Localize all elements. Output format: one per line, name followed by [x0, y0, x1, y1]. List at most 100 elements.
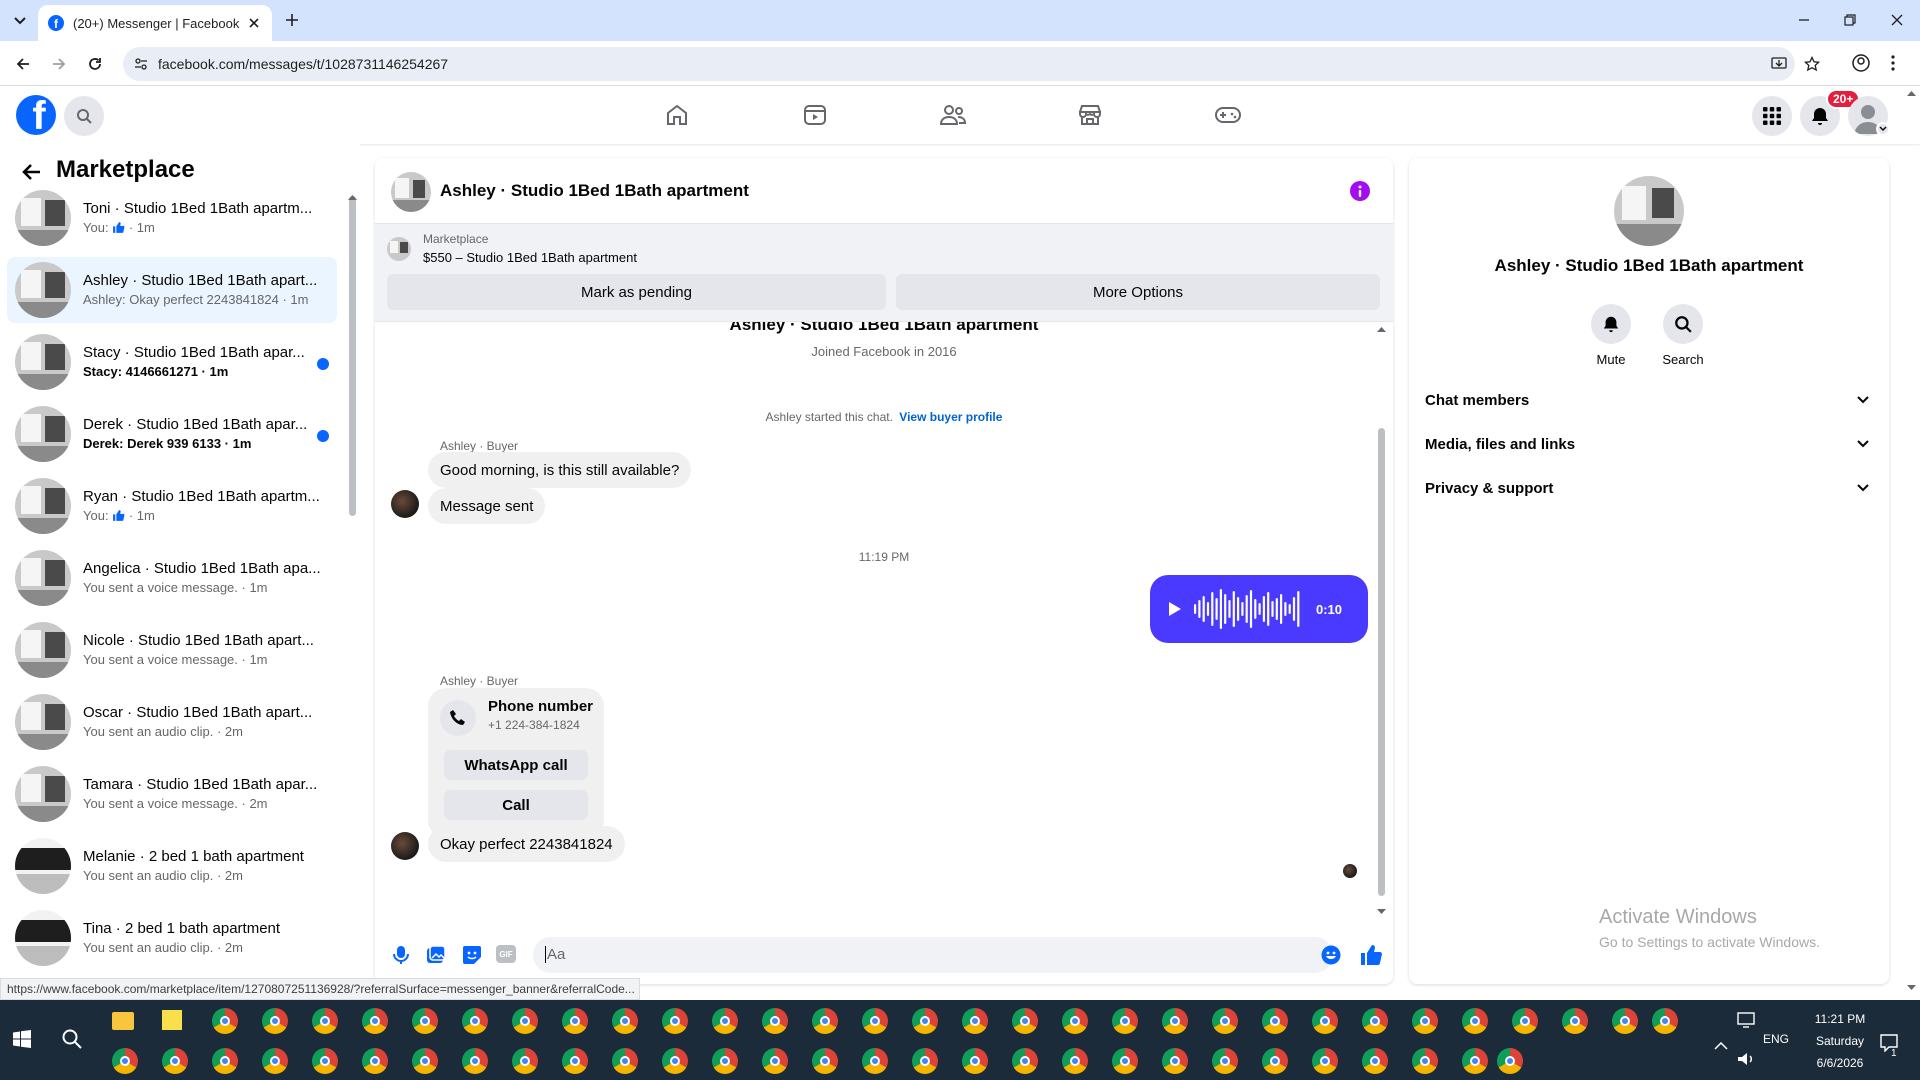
chrome-taskbar-icon[interactable] [1212, 1048, 1238, 1074]
menu-button[interactable] [1752, 96, 1792, 136]
info-panel-avatar[interactable] [1614, 176, 1684, 246]
sender-avatar[interactable] [391, 832, 419, 860]
chrome-taskbar-icon[interactable] [612, 1048, 638, 1074]
nav-marketplace[interactable] [1074, 99, 1106, 131]
reload-icon[interactable] [86, 55, 104, 73]
chat-scrollbar[interactable] [1378, 428, 1385, 896]
chrome-taskbar-icon[interactable] [562, 1008, 588, 1034]
chrome-taskbar-icon[interactable] [1262, 1048, 1288, 1074]
chrome-taskbar-icon[interactable] [1162, 1008, 1188, 1034]
chrome-taskbar-icon[interactable] [1462, 1048, 1488, 1074]
chat-scroll-up-icon[interactable] [1377, 326, 1386, 332]
show-hidden-icons-chevron-icon[interactable] [1714, 1042, 1728, 1050]
language-indicator[interactable]: ENG [1763, 1032, 1789, 1046]
system-clock[interactable]: 11:21 PM Saturday 6/6/2026 [1800, 1008, 1880, 1074]
chrome-taskbar-icon[interactable] [662, 1048, 688, 1074]
nav-home[interactable] [661, 99, 693, 131]
bookmark-star-icon[interactable] [1804, 56, 1820, 72]
sticky-notes-icon[interactable] [162, 1010, 182, 1030]
account-chevron-icon[interactable] [1876, 122, 1890, 136]
gif-icon[interactable]: GIF [496, 945, 516, 963]
chrome-taskbar-icon[interactable] [1562, 1008, 1588, 1034]
conversation-item[interactable]: Tamara · Studio 1Bed 1Bath apar... You se… [7, 761, 337, 827]
chrome-taskbar-icon[interactable] [712, 1008, 738, 1034]
voice-message-bubble[interactable]: 0:10 [1150, 575, 1368, 643]
tab-close-icon[interactable] [246, 15, 262, 31]
chrome-taskbar-icon[interactable] [312, 1048, 338, 1074]
chrome-taskbar-icon[interactable] [762, 1048, 788, 1074]
chrome-taskbar-icon[interactable] [362, 1048, 388, 1074]
photo-icon[interactable] [426, 945, 446, 965]
conversation-item[interactable]: Oscar · Studio 1Bed 1Bath apart... You se… [7, 689, 337, 755]
chrome-taskbar-icon[interactable] [462, 1008, 488, 1034]
chrome-taskbar-icon[interactable] [412, 1048, 438, 1074]
chrome-taskbar-icon[interactable] [1412, 1048, 1438, 1074]
network-icon[interactable] [1737, 1012, 1755, 1028]
chrome-taskbar-icon[interactable] [912, 1008, 938, 1034]
windows-start-icon[interactable] [13, 1030, 31, 1048]
search-in-chat-button[interactable] [1663, 304, 1703, 344]
page-scroll-down-icon[interactable] [1907, 985, 1916, 991]
close-window-icon[interactable] [1890, 13, 1904, 27]
info-icon[interactable] [1350, 181, 1370, 201]
chrome-taskbar-icon[interactable] [1612, 1008, 1638, 1034]
tab-search-icon[interactable] [8, 9, 32, 33]
chrome-taskbar-icon[interactable] [262, 1048, 288, 1074]
conversation-item[interactable]: Ashley · Studio 1Bed 1Bath apart... Ashle… [7, 257, 337, 323]
chrome-taskbar-icon[interactable] [1262, 1008, 1288, 1034]
chrome-taskbar-icon[interactable] [812, 1048, 838, 1074]
nav-friends[interactable] [937, 99, 969, 131]
file-explorer-icon[interactable] [112, 1012, 134, 1030]
chrome-taskbar-icon[interactable] [162, 1048, 188, 1074]
more-options-button[interactable]: More Options [896, 274, 1380, 310]
new-tab-icon[interactable] [284, 12, 300, 28]
chrome-taskbar-icon[interactable] [962, 1048, 988, 1074]
volume-icon[interactable] [1737, 1052, 1755, 1066]
chrome-taskbar-icon[interactable] [212, 1048, 238, 1074]
privacy-support-section[interactable]: Privacy & support [1425, 466, 1877, 510]
whatsapp-call-button[interactable]: WhatsApp call [444, 750, 588, 780]
address-bar[interactable]: facebook.com/messages/t/1028731146254267 [123, 47, 1820, 81]
chrome-taskbar-icon[interactable] [1012, 1048, 1038, 1074]
forward-icon[interactable] [50, 55, 68, 73]
back-icon[interactable] [14, 55, 32, 73]
chrome-taskbar-icon[interactable] [562, 1048, 588, 1074]
chrome-taskbar-icon[interactable] [612, 1008, 638, 1034]
conversation-item[interactable]: Melanie · 2 bed 1 bath apartment You sent… [7, 833, 337, 899]
chat-header-avatar[interactable] [391, 172, 431, 212]
conversation-item[interactable]: Stacy · Studio 1Bed 1Bath apar... Stacy: … [7, 329, 337, 395]
taskbar-search-icon[interactable] [62, 1029, 82, 1049]
chrome-taskbar-icon[interactable] [712, 1048, 738, 1074]
browser-tab[interactable]: f (20+) Messenger | Facebook [38, 5, 272, 41]
conversation-item[interactable]: Toni · Studio 1Bed 1Bath apartm... You: ·… [7, 185, 337, 251]
chrome-taskbar-icon[interactable] [1362, 1048, 1388, 1074]
chrome-taskbar-icon[interactable] [1112, 1048, 1138, 1074]
mute-button[interactable] [1591, 304, 1631, 344]
sticker-icon[interactable] [462, 945, 482, 965]
profile-icon[interactable] [1851, 53, 1871, 73]
site-info-icon[interactable] [134, 57, 148, 71]
left-scrollbar[interactable] [349, 196, 356, 516]
chrome-taskbar-icon[interactable] [1462, 1008, 1488, 1034]
chrome-taskbar-icon[interactable] [462, 1048, 488, 1074]
chrome-taskbar-icon[interactable] [1062, 1048, 1088, 1074]
like-thumb-icon[interactable] [1359, 943, 1383, 967]
restore-icon[interactable] [1843, 13, 1857, 27]
mark-as-pending-button[interactable]: Mark as pending [387, 274, 886, 310]
call-button[interactable]: Call [444, 790, 588, 820]
chrome-taskbar-icon[interactable] [262, 1008, 288, 1034]
chrome-taskbar-icon[interactable] [212, 1008, 238, 1034]
chrome-taskbar-icon[interactable] [1652, 1008, 1678, 1034]
listing-title[interactable]: $550 – Studio 1Bed 1Bath apartment [423, 250, 637, 265]
chat-members-section[interactable]: Chat members [1425, 378, 1877, 422]
chrome-taskbar-icon[interactable] [1312, 1048, 1338, 1074]
browser-menu-icon[interactable] [1890, 53, 1896, 73]
chrome-taskbar-icon[interactable] [1212, 1008, 1238, 1034]
conversation-item[interactable]: Derek · Studio 1Bed 1Bath apar... Derek: … [7, 401, 337, 467]
facebook-logo[interactable]: f [16, 95, 56, 135]
listing-thumbnail[interactable] [387, 237, 411, 261]
chrome-taskbar-icon[interactable] [862, 1048, 888, 1074]
chrome-taskbar-icon[interactable] [312, 1008, 338, 1034]
fb-search-button[interactable] [64, 96, 104, 136]
install-app-icon[interactable] [1771, 56, 1787, 72]
